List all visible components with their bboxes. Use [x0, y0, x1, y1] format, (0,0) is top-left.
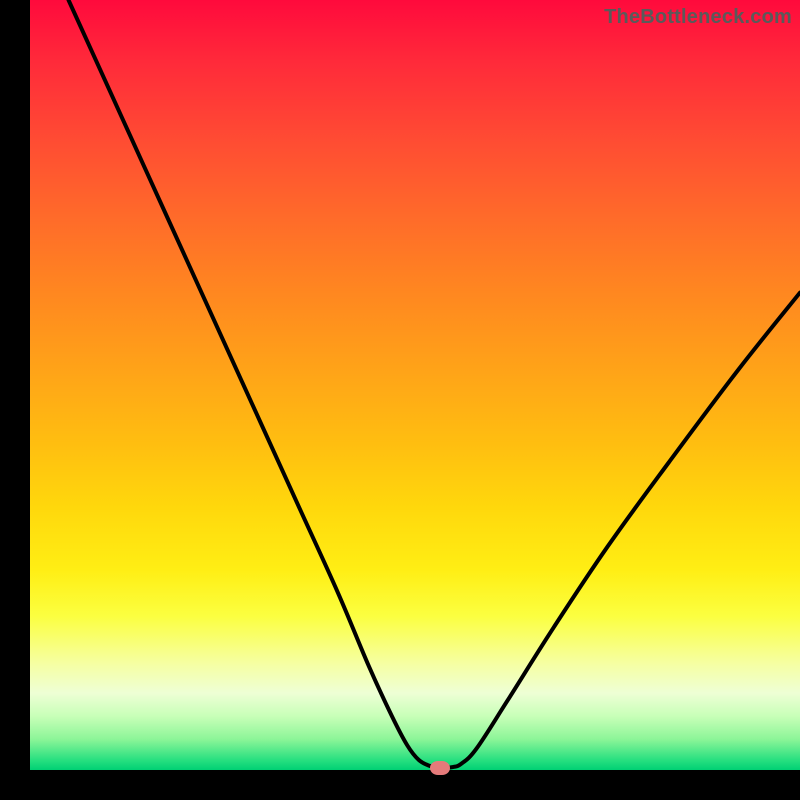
curve-svg — [30, 0, 800, 770]
plot-area: TheBottleneck.com — [30, 0, 800, 770]
chart-container: TheBottleneck.com — [0, 0, 800, 800]
optimal-marker — [430, 761, 450, 775]
bottleneck-curve — [69, 0, 800, 768]
